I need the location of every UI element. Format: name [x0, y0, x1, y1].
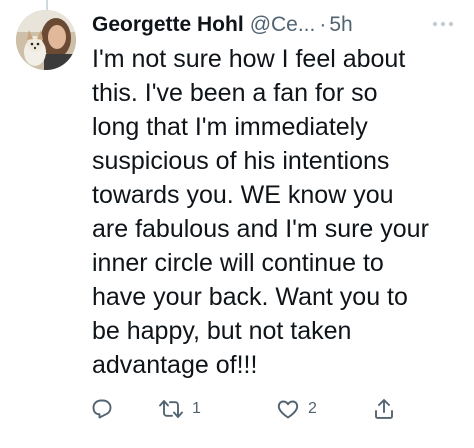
- tweet-header: Georgette Hohl @Ce... · 5h: [92, 10, 353, 40]
- tweet[interactable]: Georgette Hohl @Ce... · 5h I'm not sure …: [0, 0, 474, 448]
- heart-icon: [277, 400, 299, 419]
- retweet-button[interactable]: 1: [158, 394, 201, 424]
- thread-line: [46, 0, 48, 10]
- retweet-icon: [159, 400, 183, 418]
- avatar[interactable]: [16, 10, 76, 70]
- display-name[interactable]: Georgette Hohl: [92, 13, 244, 37]
- reply-button[interactable]: [90, 394, 114, 424]
- avatar-image: [16, 10, 76, 70]
- more-dots-icon: [432, 21, 454, 27]
- more-options-button[interactable]: [426, 10, 460, 38]
- reply-icon: [92, 399, 112, 419]
- like-count: 2: [308, 400, 317, 417]
- separator-dot: ·: [319, 13, 327, 36]
- share-button[interactable]: [372, 394, 396, 424]
- action-bar: 1 2: [90, 394, 400, 424]
- user-handle[interactable]: @Ce...: [250, 13, 316, 37]
- timestamp[interactable]: 5h: [329, 13, 352, 37]
- tweet-text: I'm not sure how I feel about this. I've…: [92, 45, 429, 379]
- retweet-count: 1: [192, 400, 201, 417]
- like-button[interactable]: 2: [276, 394, 317, 424]
- share-icon: [375, 399, 393, 419]
